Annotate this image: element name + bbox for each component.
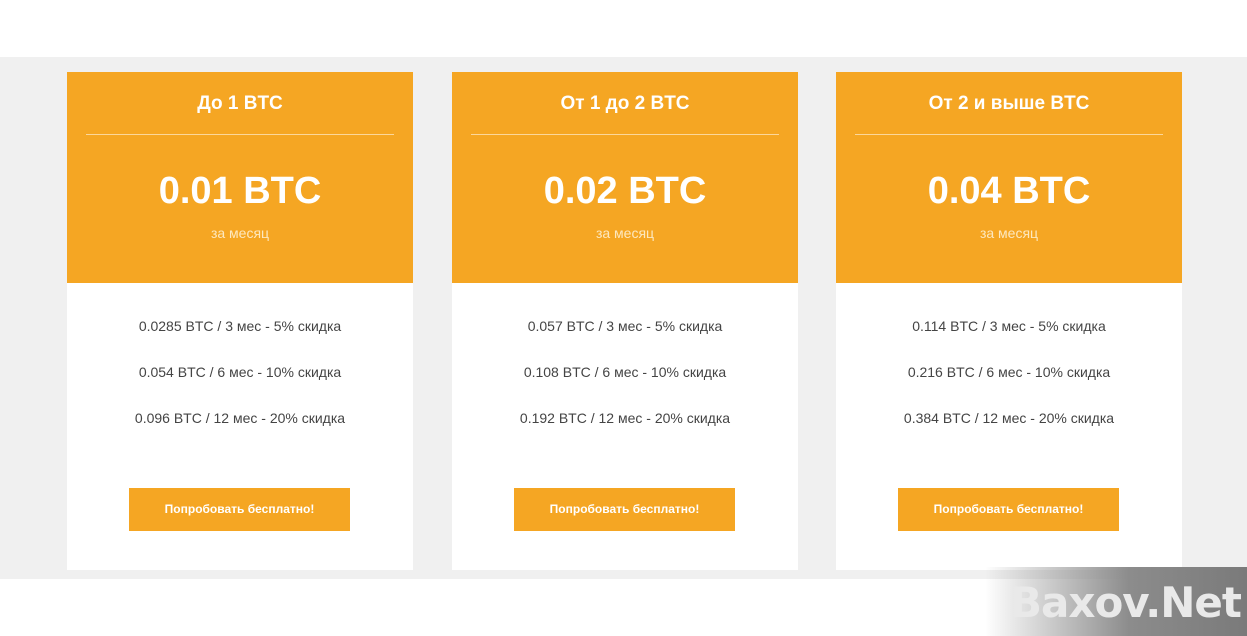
discount-offer-3-months: 0.057 BTC / 3 мес - 5% скидка (527, 318, 723, 334)
plan-price: 0.04 BTC (927, 170, 1091, 212)
header-divider (86, 134, 394, 135)
discount-offer-12-months: 0.096 BTC / 12 мес - 20% скидка (134, 410, 346, 426)
watermark-logo: Baxov.Net (1010, 578, 1242, 627)
card-body: 0.0285 BTC / 3 мес - 5% скидка 0.054 BTC… (67, 283, 413, 570)
pricing-card-3: От 2 и выше BTC 0.04 BTC за месяц 0.114 … (836, 72, 1182, 570)
try-free-button[interactable]: Попробовать бесплатно! (514, 488, 735, 531)
discount-offer-12-months: 0.384 BTC / 12 мес - 20% скидка (903, 410, 1115, 426)
plan-title: До 1 BTC (197, 93, 283, 114)
card-body: 0.114 BTC / 3 мес - 5% скидка 0.216 BTC … (836, 283, 1182, 570)
plan-price: 0.02 BTC (543, 170, 707, 212)
pricing-card-2: От 1 до 2 BTC 0.02 BTC за месяц 0.057 BT… (452, 72, 798, 570)
discount-offer-12-months: 0.192 BTC / 12 мес - 20% скидка (519, 410, 731, 426)
header-divider (471, 134, 779, 135)
plan-title: От 1 до 2 BTC (560, 93, 690, 114)
discount-offer-3-months: 0.114 BTC / 3 мес - 5% скидка (912, 318, 1106, 334)
discount-offer-6-months: 0.216 BTC / 6 мес - 10% скидка (907, 364, 1111, 380)
plan-period: за месяц (979, 225, 1039, 241)
discount-offer-6-months: 0.054 BTC / 6 мес - 10% скидка (138, 364, 342, 380)
plan-period: за месяц (210, 225, 270, 241)
pricing-card-1: До 1 BTC 0.01 BTC за месяц 0.0285 BTC / … (67, 72, 413, 570)
plan-period: за месяц (595, 225, 655, 241)
plan-price: 0.01 BTC (158, 170, 322, 212)
plan-title: От 2 и выше BTC (928, 93, 1090, 114)
card-header: До 1 BTC 0.01 BTC за месяц (67, 72, 413, 283)
discount-offer-6-months: 0.108 BTC / 6 мес - 10% скидка (523, 364, 727, 380)
header-divider (855, 134, 1163, 135)
discount-offer-3-months: 0.0285 BTC / 3 мес - 5% скидка (138, 318, 342, 334)
card-header: От 1 до 2 BTC 0.02 BTC за месяц (452, 72, 798, 283)
try-free-button[interactable]: Попробовать бесплатно! (129, 488, 350, 531)
card-header: От 2 и выше BTC 0.04 BTC за месяц (836, 72, 1182, 283)
try-free-button[interactable]: Попробовать бесплатно! (898, 488, 1119, 531)
card-body: 0.057 BTC / 3 мес - 5% скидка 0.108 BTC … (452, 283, 798, 570)
